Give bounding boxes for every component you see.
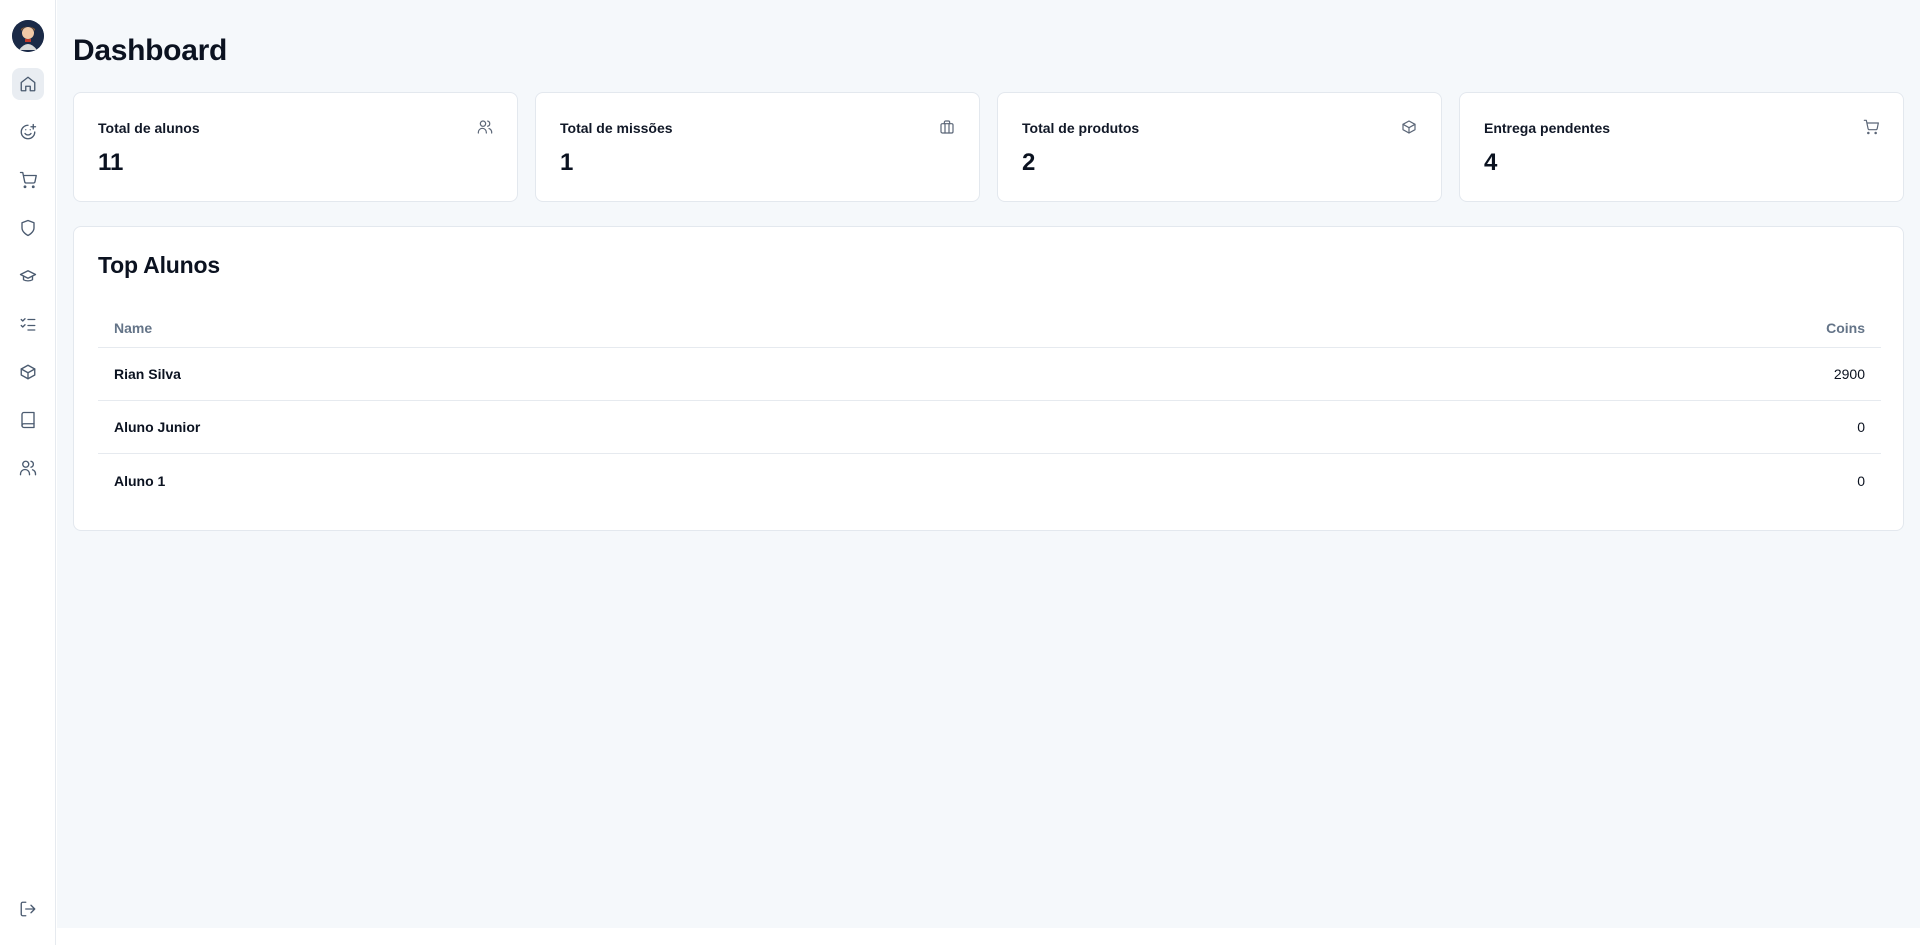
cart-icon [19, 171, 37, 189]
cart-icon [1863, 119, 1879, 135]
stat-card-pending-deliveries: Entrega pendentes 4 [1459, 92, 1904, 202]
table-row[interactable]: Rian Silva 2900 [98, 348, 1881, 401]
logout-icon [20, 901, 36, 917]
top-students-table: Name Coins Rian Silva 2900 Aluno Junior … [98, 308, 1881, 507]
users-icon [19, 460, 37, 476]
stat-label: Total de missões [560, 120, 673, 136]
graduation-cap-icon [19, 270, 37, 282]
student-coins: 2900 [1833, 366, 1865, 382]
nav-home[interactable] [12, 68, 44, 100]
table-header: Name Coins [98, 308, 1881, 348]
page-title: Dashboard [73, 34, 227, 67]
stat-card-students: Total de alunos 11 [73, 92, 518, 202]
briefcase-icon [939, 119, 955, 135]
book-icon [21, 411, 35, 429]
home-icon [20, 76, 36, 92]
student-coins: 0 [1857, 419, 1865, 435]
stat-value: 4 [1484, 149, 1498, 176]
table-row[interactable]: Aluno Junior 0 [98, 401, 1881, 454]
stat-card-missions: Total de missões 1 [535, 92, 980, 202]
student-name: Aluno 1 [114, 472, 166, 489]
student-name: Aluno Junior [114, 419, 201, 435]
nav-library[interactable] [12, 404, 44, 436]
stat-label: Entrega pendentes [1484, 120, 1611, 136]
nav-users[interactable] [12, 452, 44, 484]
users-icon [477, 119, 493, 135]
nav-store[interactable] [12, 164, 44, 196]
stat-value: 1 [560, 149, 574, 176]
stat-card-products: Total de produtos 2 [997, 92, 1442, 202]
list-checks-icon [20, 318, 36, 331]
stat-label: Total de produtos [1022, 120, 1140, 136]
shield-icon [21, 219, 35, 237]
nav-students[interactable] [12, 260, 44, 292]
student-coins: 0 [1857, 472, 1865, 489]
smile-plus-icon [20, 123, 37, 140]
top-students-panel: Top Alunos Name Coins Rian Silva 2900 Al… [73, 226, 1904, 531]
nav-security[interactable] [12, 212, 44, 244]
stat-value: 2 [1022, 149, 1036, 176]
panel-title: Top Alunos [98, 252, 220, 278]
nav-products[interactable] [12, 356, 44, 388]
logout-button[interactable] [12, 893, 44, 925]
student-name: Rian Silva [114, 366, 181, 382]
stat-value: 11 [98, 149, 124, 176]
table-row[interactable]: Aluno 1 0 [98, 454, 1881, 507]
nav-missions[interactable] [12, 116, 44, 148]
nav-tasks[interactable] [12, 308, 44, 340]
column-header-name[interactable]: Name [114, 320, 152, 336]
user-avatar[interactable] [12, 20, 44, 52]
column-header-coins[interactable]: Coins [1826, 320, 1865, 336]
main-content: Dashboard Total de alunos 11 Total de mi… [57, 0, 1920, 928]
stat-label: Total de alunos [98, 120, 200, 136]
sidebar [0, 0, 56, 945]
bottom-strip [57, 928, 1920, 945]
package-icon [20, 364, 36, 380]
package-icon [1401, 119, 1417, 135]
